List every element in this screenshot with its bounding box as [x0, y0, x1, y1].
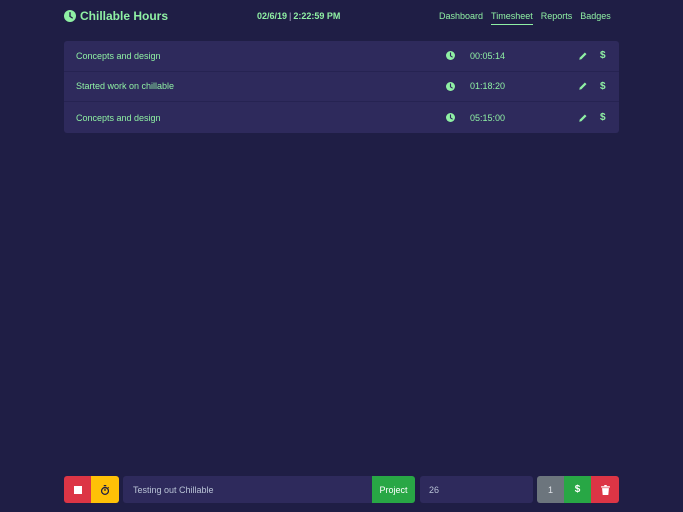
timesheet-entries: Concepts and design 00:05:14 $ Started w… [64, 41, 619, 133]
project-button[interactable]: Project [372, 476, 415, 503]
stop-icon [73, 485, 82, 494]
clock-icon [446, 81, 455, 91]
nav-reports[interactable]: Reports [541, 11, 573, 25]
current-date: 02/6/19 [257, 11, 288, 21]
top-bar: Chillable Hours 02/6/19 | 2:22:59 PM Dashb… [0, 0, 683, 32]
pencil-icon[interactable] [578, 81, 588, 91]
timesheet-entry: Concepts and design 05:15:00 $ [64, 102, 619, 133]
task-description-input[interactable] [123, 476, 372, 503]
pencil-icon[interactable] [578, 51, 588, 61]
entry-duration: 05:15:00 [470, 112, 506, 123]
nav-dashboard[interactable]: Dashboard [439, 11, 483, 25]
number-input[interactable] [420, 476, 533, 503]
count-button[interactable]: 1 [537, 476, 564, 503]
main-nav: Dashboard Timesheet Reports Badges [439, 11, 611, 25]
clock-icon [64, 10, 76, 22]
nav-timesheet[interactable]: Timesheet [491, 11, 533, 25]
dollar-icon[interactable]: $ [600, 81, 606, 92]
dollar-icon[interactable]: $ [600, 112, 606, 123]
entry-description: Concepts and design [76, 112, 161, 123]
timesheet-entry: Started work on chillable 01:18:20 $ [64, 72, 619, 103]
billable-button[interactable]: $ [564, 476, 591, 503]
current-datetime: 02/6/19 | 2:22:59 PM [257, 11, 340, 21]
stop-button[interactable] [64, 476, 91, 503]
stopwatch-icon [100, 484, 110, 495]
current-time: 2:22:59 PM [293, 11, 341, 21]
clock-icon [446, 51, 455, 61]
entry-description: Concepts and design [76, 50, 161, 61]
clock-icon [446, 113, 455, 123]
timer-bar: Project 1 $ [64, 476, 619, 503]
nav-badges[interactable]: Badges [580, 11, 611, 25]
delete-button[interactable] [591, 476, 619, 503]
timesheet-entry: Concepts and design 00:05:14 $ [64, 41, 619, 72]
trash-icon [600, 484, 610, 495]
app-brand[interactable]: Chillable Hours [64, 9, 168, 23]
pencil-icon[interactable] [578, 113, 588, 123]
entry-description: Started work on chillable [76, 81, 175, 92]
entry-duration: 01:18:20 [470, 81, 506, 92]
app-title: Chillable Hours [80, 9, 169, 23]
dollar-icon[interactable]: $ [600, 50, 606, 61]
stopwatch-button[interactable] [91, 476, 119, 503]
entry-duration: 00:05:14 [470, 50, 506, 61]
